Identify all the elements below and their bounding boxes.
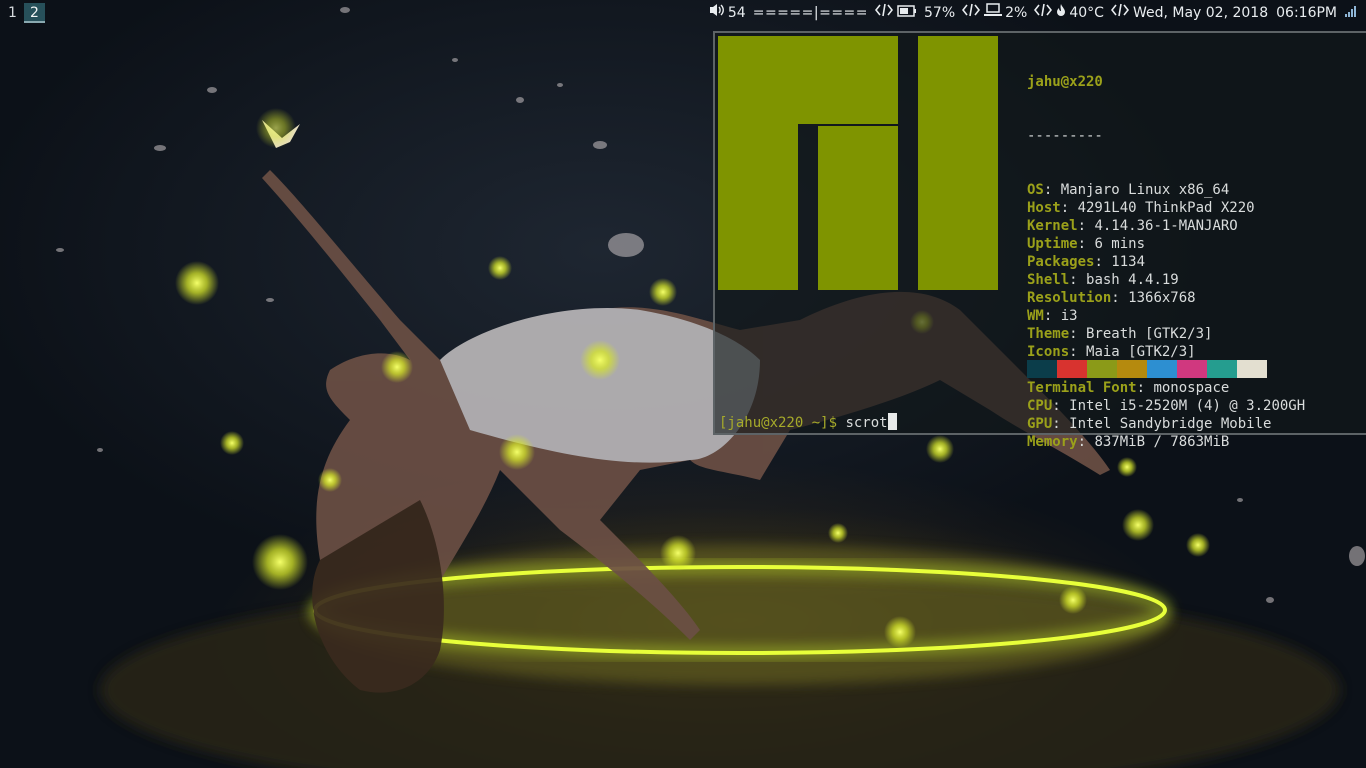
info-row: Packages: 1134 [1027,254,1146,270]
shell-prompt: [jahu@x220 ~]$ [719,415,846,431]
info-value: 1366x768 [1128,290,1196,306]
user-host: jahu@x220 [1027,74,1103,90]
info-value: 1134 [1111,254,1146,270]
info-value: 6 mins [1094,236,1146,252]
battery-value: 57% [924,5,956,21]
date-value: Wed, May 02, 2018 [1132,5,1269,21]
time-value: 06:16PM [1276,5,1337,21]
color-palette [1027,360,1267,378]
palette-swatch [1027,360,1057,378]
info-value: Maia [GTK2/3] [1086,344,1196,360]
info-key: Uptime [1027,236,1078,252]
info-value: Intel i5-2520M (4) @ 3.200GH [1069,398,1306,414]
neofetch-info: jahu@x220 --------- OS: Manjaro Linux x8… [1027,37,1305,487]
info-row: Theme: Breath [GTK2/3] [1027,326,1213,342]
header-dashes: --------- [1027,128,1103,144]
info-value: 4.14.36-1-MANJARO [1094,218,1238,234]
speaker-icon[interactable] [709,3,725,23]
info-key: Kernel [1027,218,1078,234]
workspace-2-button[interactable]: 2 [24,3,45,23]
flame-icon [1056,3,1066,23]
palette-swatch [1237,360,1267,378]
info-value: Breath [GTK2/3] [1086,326,1213,342]
shell-prompt-line[interactable]: [jahu@x220 ~]$ scrot [719,413,897,431]
cpu-usage-value: 2% [1005,5,1028,21]
info-row: CPU: Intel i5-2520M (4) @ 3.200GH [1027,398,1306,414]
code-icon [1034,3,1053,23]
signal-icon[interactable] [1345,3,1357,23]
info-key: CPU [1027,398,1053,414]
battery-icon [897,3,917,23]
volume-bar[interactable]: =====|==== [753,3,868,23]
temperature-value: 40°C [1069,5,1104,21]
code-icon [1110,3,1129,23]
info-key: Host [1027,200,1061,216]
info-row: Terminal Font: monospace [1027,380,1230,396]
info-row: Shell: bash 4.4.19 [1027,272,1179,288]
info-value: i3 [1060,308,1078,324]
info-key: Icons [1027,344,1070,360]
info-key: Theme [1027,326,1070,342]
terminal-window[interactable]: jahu@x220 --------- OS: Manjaro Linux x8… [713,31,1366,450]
info-row: Memory: 837MiB / 7863MiB [1027,434,1230,450]
info-key: Resolution [1027,290,1112,306]
info-key: Terminal Font [1027,380,1137,396]
i3-status-bar: 1 2 54 =====|==== 57% 2% 40°C Wed, May 0… [0,0,1366,26]
palette-swatch [1117,360,1147,378]
info-row: WM: i3 [1027,308,1078,324]
info-value: 4291L40 ThinkPad X220 [1077,200,1255,216]
info-row: OS: Manjaro Linux x86_64 [1027,182,1230,198]
palette-swatch [1057,360,1087,378]
laptop-icon [984,3,1003,23]
info-value: bash 4.4.19 [1086,272,1179,288]
manjaro-logo [718,36,998,290]
status-area: 54 =====|==== 57% 2% 40°C Wed, May 02, 2… [709,3,1360,23]
code-icon [874,3,894,23]
info-key: Packages [1027,254,1095,270]
info-value: 837MiB / 7863MiB [1094,434,1230,450]
info-row: GPU: Intel Sandybridge Mobile [1027,416,1272,432]
palette-swatch [1087,360,1117,378]
info-row: Resolution: 1366x768 [1027,290,1196,306]
info-row: Kernel: 4.14.36-1-MANJARO [1027,218,1238,234]
info-key: OS [1027,182,1044,198]
typed-command: scrot [845,415,888,431]
palette-swatch [1147,360,1177,378]
info-value: monospace [1153,380,1230,396]
volume-value: 54 [727,5,746,21]
info-key: Memory [1027,434,1078,450]
palette-swatch [1207,360,1237,378]
info-row: Uptime: 6 mins [1027,236,1146,252]
workspace-1-button[interactable]: 1 [2,3,23,23]
info-key: GPU [1027,416,1053,432]
code-icon [962,3,981,23]
info-value: Manjaro Linux x86_64 [1060,182,1230,198]
info-row: Host: 4291L40 ThinkPad X220 [1027,200,1255,216]
info-key: Shell [1027,272,1070,288]
info-key: WM [1027,308,1044,324]
text-cursor [887,413,897,430]
palette-swatch [1177,360,1207,378]
info-value: Intel Sandybridge Mobile [1069,416,1272,432]
info-row: Icons: Maia [GTK2/3] [1027,344,1196,360]
